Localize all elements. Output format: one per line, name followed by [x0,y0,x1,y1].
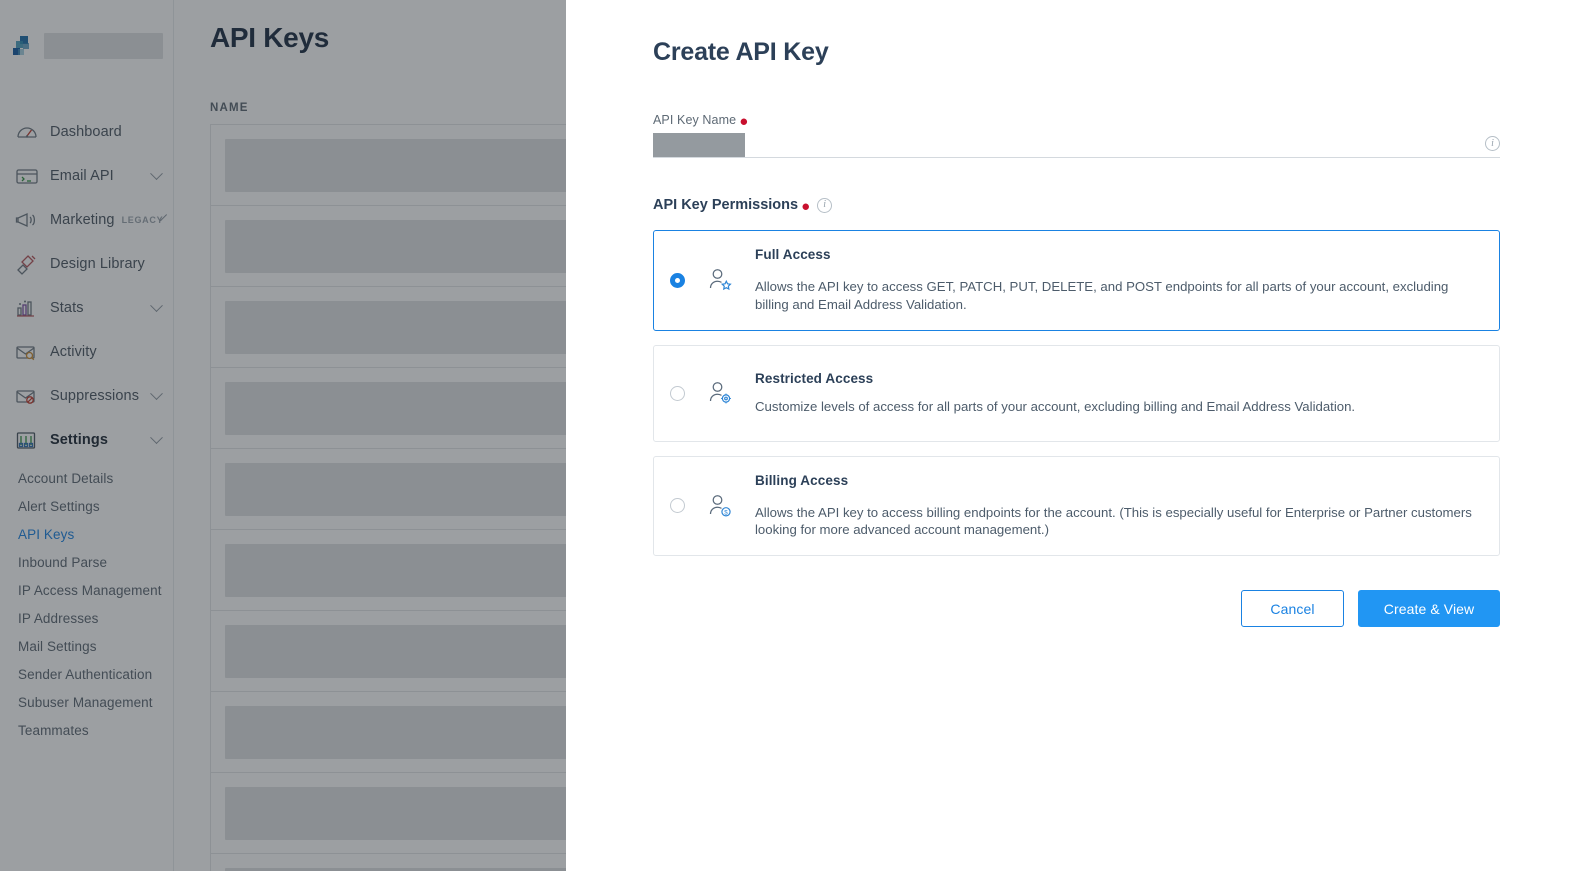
api-key-name-field-group: API Key Name ● i [653,113,1500,158]
permission-option-title: Billing Access [755,472,849,488]
permission-option-text: Restricted Access Customize levels of ac… [755,371,1477,416]
modal-title: Create API Key [653,38,829,66]
required-marker: ● [739,113,749,130]
create-and-view-button[interactable]: Create & View [1358,590,1500,628]
permission-option-restricted-access[interactable]: Restricted Access Customize levels of ac… [653,344,1500,442]
app-root: Dashboard Email API Marketing LEGACY Des… [0,0,1595,871]
permission-option-billing-access[interactable]: $ Billing Access Allows the API key to a… [653,455,1500,557]
user-dollar-icon: $ [705,492,733,520]
api-key-name-label: API Key Name ● [653,113,1500,130]
permission-option-text: Full Access Allows the API key to access… [755,247,1477,314]
permissions-heading: API Key Permissions ● i [653,197,1500,215]
user-gear-icon [705,379,733,407]
modal-actions: Cancel Create & View [653,590,1500,628]
permission-option-description: Allows the API key to access GET, PATCH,… [755,279,1449,312]
permissions-label: API Key Permissions ● [653,197,811,215]
api-key-name-label-text: API Key Name [653,113,737,127]
modal-scrim-overlay[interactable] [0,0,566,871]
cancel-button[interactable]: Cancel [1241,590,1344,628]
create-api-key-panel: Create API Key API Key Name ● i API Key P… [566,0,1595,871]
user-star-icon [705,266,733,294]
permission-option-full-access[interactable]: Full Access Allows the API key to access… [653,230,1500,331]
radio-billing-access[interactable] [670,498,685,514]
permission-option-description: Customize levels of access for all parts… [755,398,1356,414]
info-circle-icon[interactable]: i [817,197,833,213]
required-marker: ● [801,198,811,215]
permission-option-title: Full Access [755,247,831,262]
permission-options: Full Access Allows the API key to access… [653,230,1500,557]
svg-text:$: $ [724,510,728,517]
radio-restricted-access[interactable] [670,385,685,401]
permission-option-description: Allows the API key to access billing end… [755,504,1472,538]
permission-option-title: Restricted Access [755,370,874,386]
api-key-name-value-redacted [653,132,745,157]
info-circle-icon[interactable]: i [1485,136,1500,151]
api-key-name-input[interactable]: i [653,132,1500,158]
radio-full-access[interactable] [670,272,685,288]
permission-option-text: Billing Access Allows the API key to acc… [755,473,1477,540]
